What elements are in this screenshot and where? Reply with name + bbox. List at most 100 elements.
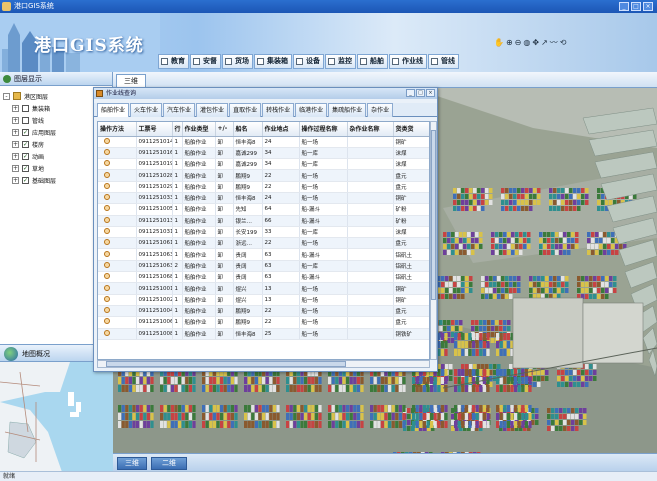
dialog-tab[interactable]: 临港作业 [295, 103, 328, 117]
magnifier-icon[interactable] [104, 295, 110, 302]
table-row[interactable]: 0911251033 1 船舶作业卸恒丰海8 24 船一场 铜矿 [98, 192, 429, 205]
table-row[interactable]: 0911251006 1 船舶作业卸鹏翔9 22 船一场 盘元 [98, 316, 429, 329]
menu-monitor[interactable]: 监控 [325, 54, 356, 69]
hand-icon[interactable]: ✋ [494, 38, 504, 47]
zoom-in-icon[interactable]: ⊕ [506, 38, 513, 47]
expand-toggle-icon[interactable]: + [12, 140, 19, 148]
column-header[interactable]: 货类货 [393, 122, 429, 137]
expand-toggle-icon[interactable]: - [3, 92, 10, 100]
reset-icon[interactable]: ⟲ [560, 38, 567, 47]
maximize-button[interactable]: □ [631, 2, 641, 11]
dialog-tab[interactable]: 转栈作业 [262, 103, 295, 117]
table-row[interactable]: 0911251005 1 船舶作业卸先知 64 船-漏斗 矿粉 [98, 203, 429, 216]
zoom-out-icon[interactable]: ⊖ [515, 38, 522, 47]
dialog-tab[interactable]: 火车作业 [130, 103, 163, 117]
menu-security[interactable]: 安督 [190, 54, 221, 69]
expand-toggle-icon[interactable]: + [12, 176, 19, 184]
column-header[interactable]: 工票号 [136, 122, 173, 137]
magnifier-icon[interactable] [104, 137, 110, 144]
layer-checkbox[interactable] [22, 116, 29, 124]
magnifier-icon[interactable] [104, 148, 110, 155]
dialog-tab[interactable]: 杂作业 [367, 103, 394, 117]
tab-3d-view[interactable]: 三维 [116, 74, 146, 88]
column-header[interactable]: 行 [172, 122, 183, 137]
globe-icon[interactable]: ◍ [523, 38, 530, 47]
dialog-title-bar[interactable]: 作业线查询 _ □ × [94, 88, 437, 99]
scroll-thumb[interactable] [431, 130, 436, 300]
dialog-tab[interactable]: 直取作业 [229, 103, 262, 117]
table-row[interactable]: 0911251031 1 船舶作业卸长安199 33 船一库 沫煤 [98, 226, 429, 239]
grid-vertical-scrollbar[interactable] [430, 121, 437, 360]
layer-checkbox[interactable]: ✓ [22, 152, 29, 160]
magnifier-icon[interactable] [104, 194, 110, 201]
menu-work-line[interactable]: 作业线 [389, 54, 427, 69]
magnifier-icon[interactable] [104, 239, 110, 246]
tab-3d[interactable]: 三维 [117, 457, 147, 470]
layer-checkbox[interactable] [22, 104, 29, 112]
menu-container[interactable]: 集装箱 [254, 54, 292, 69]
column-header[interactable]: 船名 [233, 122, 263, 137]
close-button[interactable]: × [643, 2, 653, 11]
expand-toggle-icon[interactable]: + [12, 104, 19, 112]
magnifier-icon[interactable] [104, 205, 110, 212]
layer-checkbox[interactable]: ✓ [22, 140, 29, 148]
table-row[interactable]: 0911251013 1 船舶作业卸银兰… 66 船-漏斗 矿粉 [98, 215, 429, 227]
magnifier-icon[interactable] [104, 273, 110, 280]
table-row[interactable]: 0911251016 1 船舶作业卸嘉诚299 34 船一库 沫煤 [98, 147, 429, 160]
magnifier-icon[interactable] [104, 318, 110, 325]
magnifier-icon[interactable] [104, 250, 110, 257]
magnifier-icon[interactable] [104, 307, 110, 314]
table-row[interactable]: 0911251061 1 船舶作业卸浙远… 22 船一场 盘元 [98, 237, 429, 250]
table-row[interactable]: 0911251008 1 船舶作业卸恒丰海8 25 船一场 铜铁矿 [98, 328, 429, 340]
column-header[interactable]: 操作方法 [98, 122, 137, 137]
dialog-close-button[interactable]: × [426, 89, 435, 97]
layer-checkbox[interactable]: ✓ [22, 176, 29, 184]
menu-equipment[interactable]: 设备 [293, 54, 324, 69]
magnifier-icon[interactable] [104, 160, 110, 167]
table-row[interactable]: 0911251063 1 船舶作业卸贵阔 63 船-漏斗 铝矾土 [98, 248, 429, 261]
dialog-tab[interactable]: 集疏船作业 [328, 103, 367, 117]
magnifier-icon[interactable] [104, 228, 110, 235]
magnifier-icon[interactable] [104, 261, 110, 268]
dialog-minimize-button[interactable]: _ [406, 89, 415, 97]
grid-horizontal-scrollbar[interactable] [97, 360, 430, 368]
overview-minimap[interactable] [0, 362, 113, 472]
table-row[interactable]: 0911251028 1 船舶作业卸鹏翔9 22 船一场 盘元 [98, 169, 429, 182]
measure-icon[interactable]: ↗ [541, 38, 548, 47]
table-row[interactable]: 0911251063 2 船舶作业卸贵阔 63 船一库 铝矾土 [98, 260, 429, 273]
layer-checkbox[interactable]: ✓ [22, 128, 29, 136]
tab-2d[interactable]: 二维 [151, 457, 187, 470]
column-header[interactable]: 操作过程名称 [299, 122, 348, 137]
column-header[interactable]: +/- [215, 122, 234, 137]
table-row[interactable]: 0911251001 1 船舶作业卸煜兴 13 船一场 铜矿 [98, 282, 429, 295]
dialog-tab[interactable]: 灌包作业 [196, 103, 229, 117]
table-row[interactable]: 0911251019 1 船舶作业卸嘉诚299 34 船一库 沫煤 [98, 158, 429, 171]
menu-pipeline[interactable]: 管线 [428, 54, 459, 69]
column-header[interactable]: 作业地点 [262, 122, 300, 137]
column-header[interactable]: 杂作业名称 [347, 122, 394, 137]
expand-toggle-icon[interactable]: + [12, 164, 19, 172]
table-row[interactable]: 0911251004 1 船舶作业卸鹏翔9 22 船一场 盘元 [98, 305, 429, 318]
menu-education[interactable]: 教育 [158, 54, 189, 69]
magnifier-icon[interactable] [104, 171, 110, 178]
minimize-button[interactable]: _ [619, 2, 629, 11]
scroll-thumb[interactable] [106, 361, 346, 367]
dialog-tab[interactable]: 船舶作业 [97, 103, 130, 117]
magnifier-icon[interactable] [104, 284, 110, 291]
wave-icon[interactable]: 〰 [550, 37, 558, 48]
column-header[interactable]: 作业类型 [182, 122, 216, 137]
dialog-tab[interactable]: 汽车作业 [163, 103, 196, 117]
pan-icon[interactable]: ✥ [532, 38, 539, 47]
magnifier-icon[interactable] [104, 329, 110, 336]
expand-toggle-icon[interactable]: + [12, 152, 19, 160]
menu-ship[interactable]: 船舶 [357, 54, 388, 69]
table-row[interactable]: 0911251014 1 船舶作业卸恒丰海8 24 船一场 铜矿 [98, 136, 429, 148]
table-row[interactable]: 0911251002 1 船舶作业卸煜兴 13 船一场 铜矿 [98, 294, 429, 306]
layer-checkbox[interactable]: ✓ [22, 164, 29, 172]
dialog-maximize-button[interactable]: □ [416, 89, 425, 97]
expand-toggle-icon[interactable]: + [12, 116, 19, 124]
table-row[interactable]: 0911251029 1 船舶作业卸鹏翔9 22 船一场 盘元 [98, 181, 429, 193]
magnifier-icon[interactable] [104, 216, 110, 223]
expand-toggle-icon[interactable]: + [12, 128, 19, 136]
menu-yard[interactable]: 货场 [222, 54, 253, 69]
